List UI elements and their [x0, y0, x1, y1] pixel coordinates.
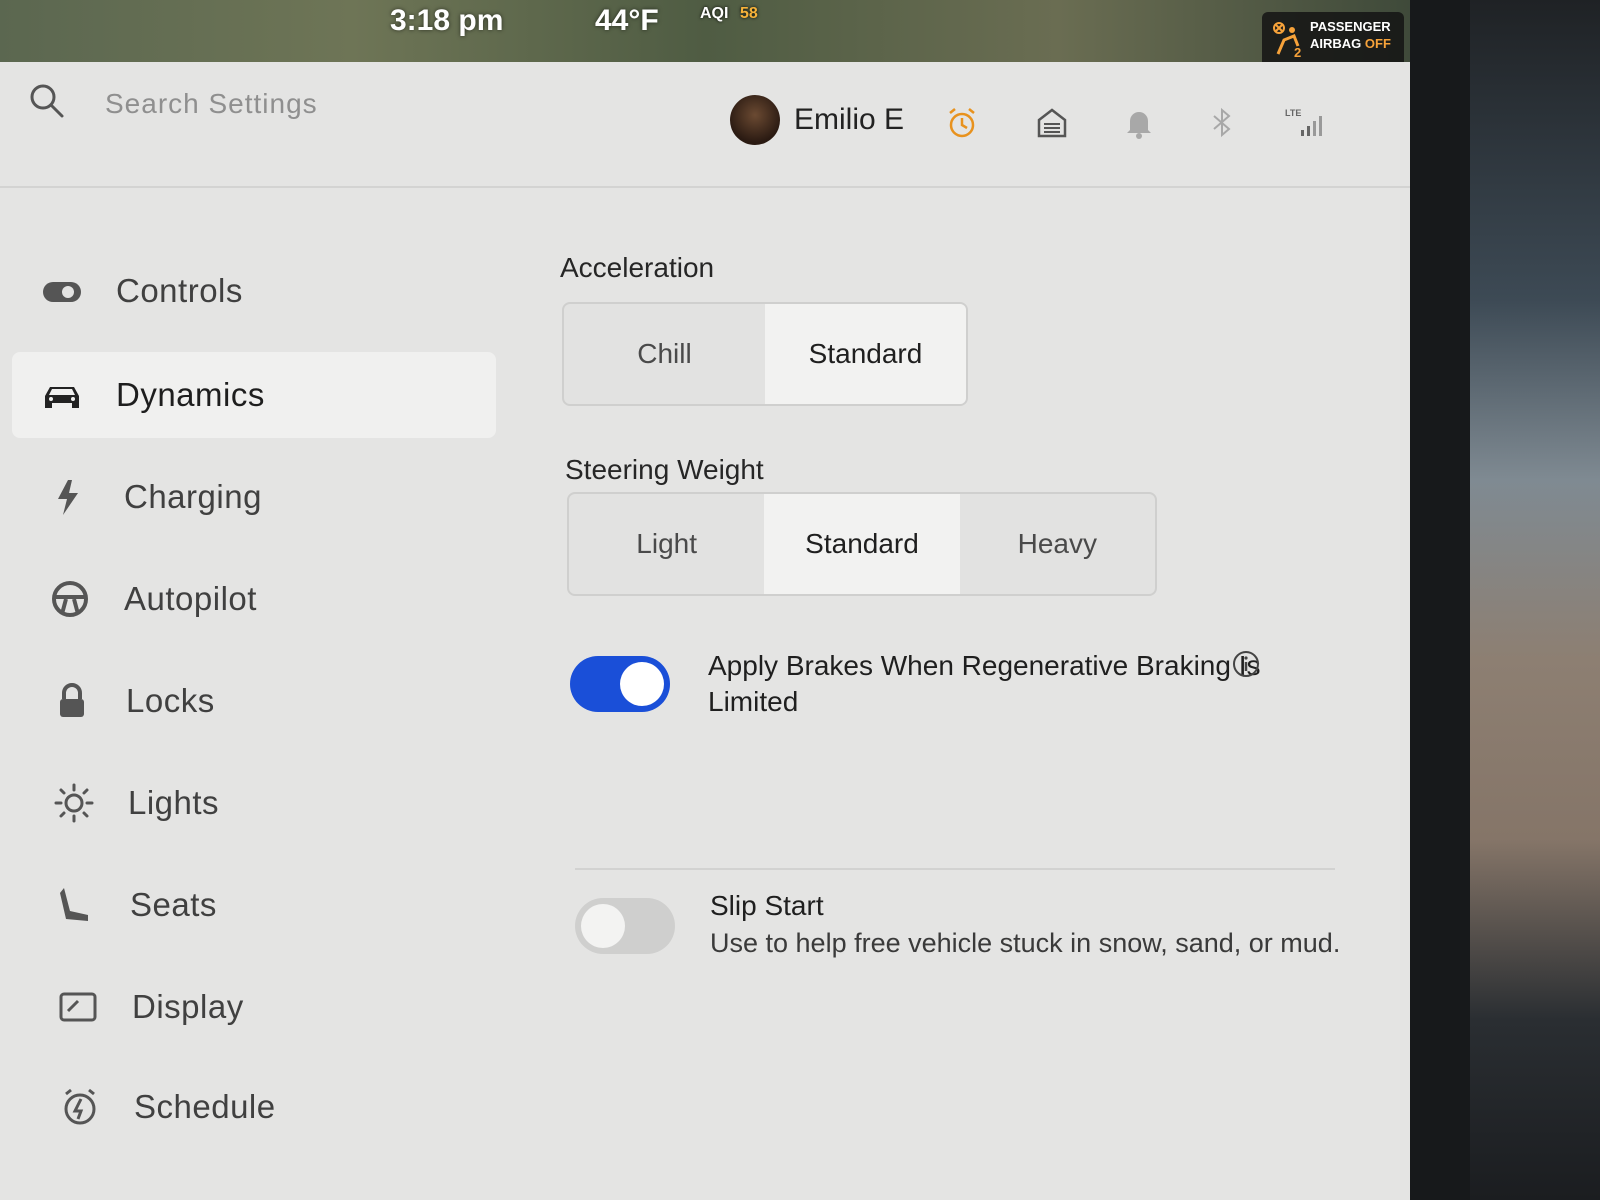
avatar[interactable]: [730, 95, 780, 145]
sidebar-item-label: Controls: [116, 272, 243, 309]
sidebar-item-label: Dynamics: [116, 376, 265, 413]
sidebar-item-charging[interactable]: Charging: [12, 454, 496, 540]
settings-screen: Emilio E LTE: [0, 62, 1410, 1200]
toggle-knob: [620, 662, 664, 706]
airbag-off-icon: 2: [1273, 22, 1301, 58]
steering-weight-title: Steering Weight: [565, 454, 764, 485]
airbag-line-1: PASSENGER: [1310, 19, 1391, 34]
sun-icon: [54, 783, 94, 823]
apply-brakes-label-line1: Apply Brakes When Regenerative Braking I…: [708, 650, 1261, 681]
sidebar-item-autopilot[interactable]: Autopilot: [12, 556, 496, 642]
bell-icon[interactable]: [1122, 106, 1156, 140]
display-icon: [59, 992, 97, 1022]
info-icon[interactable]: [1232, 650, 1260, 678]
sidebar-item-schedule[interactable]: Schedule: [12, 1064, 496, 1150]
lte-signal-icon: LTE: [1285, 108, 1322, 136]
garage-icon[interactable]: [1035, 106, 1069, 140]
driver-profile[interactable]: Emilio E: [730, 92, 904, 148]
acceleration-option-chill[interactable]: Chill: [564, 304, 765, 404]
screen-bezel: [1410, 0, 1470, 1200]
sidebar-item-label: Autopilot: [124, 580, 257, 617]
acceleration-option-standard[interactable]: Standard: [765, 304, 966, 404]
steering-option-standard[interactable]: Standard: [764, 494, 960, 594]
dynamics-panel: Acceleration Chill Standard Steering Wei…: [560, 188, 1360, 1200]
alarm-clock-icon[interactable]: [945, 106, 979, 140]
slip-start-description: Use to help free vehicle stuck in snow, …: [710, 928, 1341, 958]
car-icon: [45, 387, 79, 408]
lock-icon: [60, 683, 84, 717]
toggle-icon: [43, 282, 81, 302]
airbag-line-2: AIRBAG OFF: [1310, 35, 1396, 52]
apply-brakes-label-line2: Limited: [708, 686, 799, 717]
sidebar-item-label: Display: [132, 988, 244, 1025]
search-settings-input[interactable]: [105, 82, 525, 126]
status-bar: 3:18 pm 44°F AQI 58 2 PASSENGER AIRBAG O…: [0, 0, 1410, 70]
sidebar-item-dynamics[interactable]: Dynamics: [12, 352, 496, 438]
sidebar-item-display[interactable]: Display: [12, 964, 496, 1050]
acceleration-selector: Chill Standard: [562, 302, 968, 406]
bluetooth-icon[interactable]: [1205, 106, 1239, 140]
outside-temperature: 44°F: [595, 4, 659, 37]
toggle-knob: [581, 904, 625, 948]
lightning-icon: [58, 480, 78, 515]
search-icon[interactable]: [28, 82, 66, 120]
svg-text:2: 2: [1294, 45, 1301, 58]
acceleration-title: Acceleration: [560, 252, 715, 283]
slip-start-toggle[interactable]: [575, 898, 675, 954]
sidebar-item-label: Locks: [126, 682, 215, 719]
svg-text:LTE: LTE: [1285, 108, 1301, 118]
profile-name[interactable]: Emilio E: [794, 103, 904, 137]
section-divider: [575, 868, 1335, 870]
settings-sidebar: Controls Dynamics Charging Autopilot Loc…: [0, 188, 500, 1200]
settings-header: Emilio E LTE: [0, 62, 1410, 188]
steering-option-heavy[interactable]: Heavy: [960, 494, 1155, 594]
sidebar-item-locks[interactable]: Locks: [12, 658, 496, 744]
steering-option-light[interactable]: Light: [569, 494, 764, 594]
aqi-label: AQI: [700, 5, 729, 22]
sidebar-item-lights[interactable]: Lights: [12, 760, 496, 846]
airbag-off-word: OFF: [1364, 36, 1391, 51]
sidebar-item-label: Seats: [130, 886, 217, 923]
slip-start-label: Slip Start: [710, 890, 824, 921]
schedule-icon: [64, 1088, 96, 1125]
apply-brakes-label: Apply Brakes When Regenerative Braking I…: [708, 648, 1261, 720]
seat-icon: [60, 888, 88, 921]
apply-brakes-toggle[interactable]: [570, 656, 670, 712]
car-window-background: [1470, 0, 1600, 1200]
steering-wheel-icon: [52, 581, 88, 617]
sidebar-item-label: Lights: [128, 784, 220, 821]
airbag-word: AIRBAG: [1310, 36, 1362, 51]
sidebar-item-label: Schedule: [134, 1088, 276, 1125]
aqi-value: 58: [740, 5, 758, 22]
sidebar-item-controls[interactable]: Controls: [12, 248, 496, 334]
clock-time: 3:18 pm: [390, 4, 504, 37]
steering-weight-selector: Light Standard Heavy: [567, 492, 1157, 596]
sidebar-item-seats[interactable]: Seats: [12, 862, 496, 948]
sidebar-item-label: Charging: [124, 478, 262, 515]
